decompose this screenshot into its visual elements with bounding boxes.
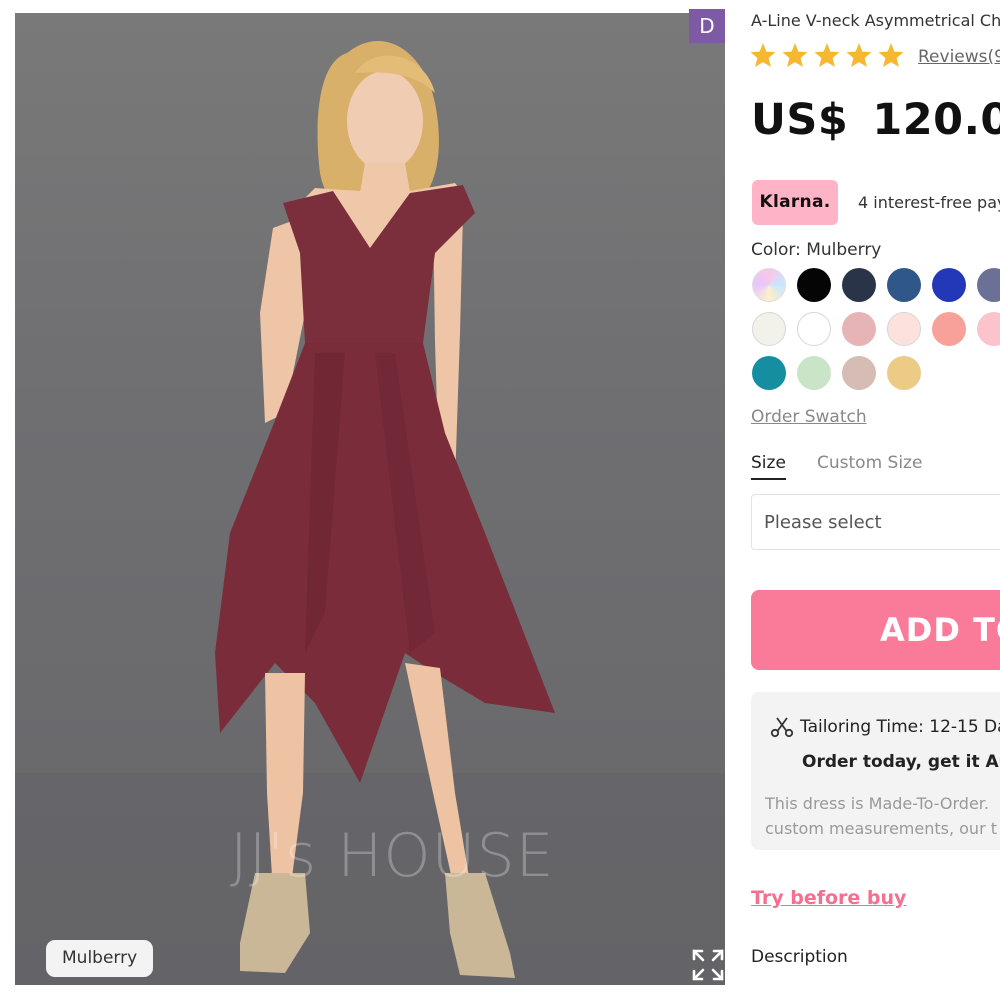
star-icon <box>846 43 872 67</box>
star-icon <box>750 43 776 67</box>
star-icon <box>814 43 840 67</box>
size-select[interactable]: Please select <box>751 494 1000 550</box>
color-swatch-teal[interactable] <box>752 356 786 390</box>
expand-icon[interactable] <box>691 948 725 982</box>
tab-size[interactable]: Size <box>751 453 786 480</box>
tailoring-time: Tailoring Time: 12-15 Da <box>770 716 1000 738</box>
color-swatch-sage[interactable] <box>797 356 831 390</box>
color-swatch-pearl-pink[interactable] <box>887 312 921 346</box>
price: US$ 120.00 <box>751 95 1000 145</box>
color-swatch-navy-blue[interactable] <box>887 268 921 302</box>
color-swatch-gold[interactable] <box>887 356 921 390</box>
color-swatch-ivory[interactable] <box>752 312 786 346</box>
tab-custom-size[interactable]: Custom Size <box>817 453 922 473</box>
d-badge[interactable]: D <box>689 9 725 43</box>
product-image[interactable]: JJ's HOUSE Mulberry <box>15 13 725 985</box>
klarna-installments-text: 4 interest-free payr <box>858 193 1000 212</box>
scissors-icon <box>770 717 794 738</box>
color-swatch-blushing-pink[interactable] <box>842 312 876 346</box>
price-currency: US$ <box>751 95 849 145</box>
watermark-text: JJ's HOUSE <box>230 821 555 891</box>
star-icon <box>878 43 904 67</box>
order-swatch-link[interactable]: Order Swatch <box>751 407 867 427</box>
delivery-estimate: Order today, get it Aug. <box>802 752 1000 772</box>
color-swatch-white[interactable] <box>797 312 831 346</box>
color-swatch-royal-blue[interactable] <box>932 268 966 302</box>
custom-measurements-note: custom measurements, our t <box>765 819 998 838</box>
color-swatch-coral[interactable] <box>932 312 966 346</box>
image-color-chip: Mulberry <box>46 940 154 977</box>
product-title: A-Line V-neck Asymmetrical Ch <box>751 11 1000 30</box>
star-icon <box>782 43 808 67</box>
add-to-cart-button[interactable]: ADD TO <box>751 590 1000 670</box>
price-amount: 120.00 <box>872 95 1000 145</box>
try-before-buy-link[interactable]: Try before buy <box>751 887 906 909</box>
description-heading[interactable]: Description <box>751 947 848 967</box>
color-swatch-light-pink[interactable] <box>977 312 1000 346</box>
color-swatch-dark-navy[interactable] <box>842 268 876 302</box>
color-swatch-dusty-blue[interactable] <box>977 268 1000 302</box>
reviews-link[interactable]: Reviews(9 <box>918 47 1000 67</box>
color-label: Color: Mulberry <box>751 240 882 260</box>
color-swatch-black[interactable] <box>797 268 831 302</box>
color-swatch-mocha[interactable] <box>842 356 876 390</box>
made-to-order-note: This dress is Made-To-Order. <box>765 794 989 813</box>
tailoring-time-text: Tailoring Time: 12-15 Da <box>800 717 1000 737</box>
color-swatch-iridescent[interactable] <box>752 268 786 302</box>
klarna-badge[interactable]: Klarna. <box>752 180 838 225</box>
rating-stars <box>749 42 905 68</box>
